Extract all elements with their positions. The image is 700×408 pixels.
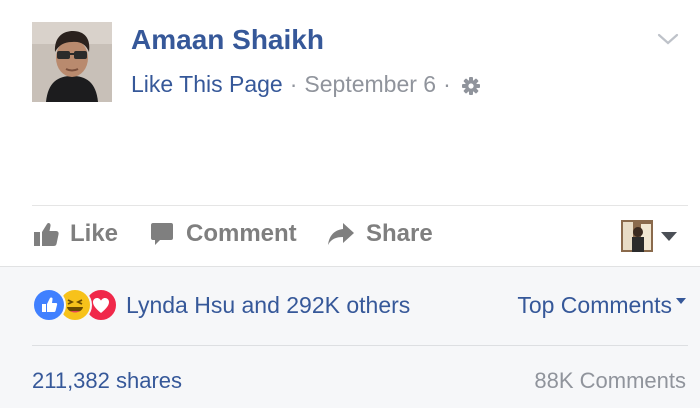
author-name-link[interactable]: Amaan Shaikh [131, 24, 324, 56]
caret-down-icon [661, 231, 677, 241]
meta-separator: · [289, 71, 298, 97]
top-comments-label: Top Comments [517, 292, 672, 318]
author-avatar[interactable] [32, 22, 112, 102]
like-reaction-icon [32, 288, 66, 322]
comments-count-link[interactable]: 88K Comments [534, 368, 686, 394]
comment-label: Comment [186, 220, 297, 247]
profile-photo-icon [32, 22, 112, 102]
shares-count-link[interactable]: 211,382 shares [32, 368, 182, 394]
share-label: Share [366, 220, 433, 247]
action-bar: Like Comment Share [0, 206, 700, 266]
post-date[interactable]: September 6 [304, 71, 436, 98]
divider [32, 345, 688, 346]
post-meta: Like This Page · September 6 · [131, 71, 482, 98]
comment-order-selector[interactable]: Top Comments [517, 292, 686, 319]
share-button[interactable]: Share [326, 220, 433, 248]
like-button[interactable]: Like [32, 220, 118, 248]
comment-bubble-icon [151, 223, 173, 245]
like-page-link[interactable]: Like This Page [131, 71, 283, 98]
post-header: Amaan Shaikh Like This Page · September … [0, 0, 700, 205]
dropdown-caret-icon [676, 298, 686, 304]
gear-icon[interactable] [460, 75, 482, 97]
comment-button[interactable]: Comment [148, 220, 297, 248]
page-avatar-icon [621, 220, 653, 252]
feedback-section: Lynda Hsu and 292K others Top Comments 2… [0, 266, 700, 408]
reactors-text[interactable]: Lynda Hsu and 292K others [126, 292, 410, 319]
like-label: Like [70, 220, 119, 247]
reactions-summary[interactable]: Lynda Hsu and 292K others [32, 288, 410, 322]
page-voice-selector[interactable] [621, 220, 677, 252]
chevron-down-icon[interactable] [656, 30, 680, 48]
meta-separator: · [443, 71, 451, 97]
share-arrow-icon [328, 223, 354, 245]
thumbs-up-icon [34, 222, 59, 246]
